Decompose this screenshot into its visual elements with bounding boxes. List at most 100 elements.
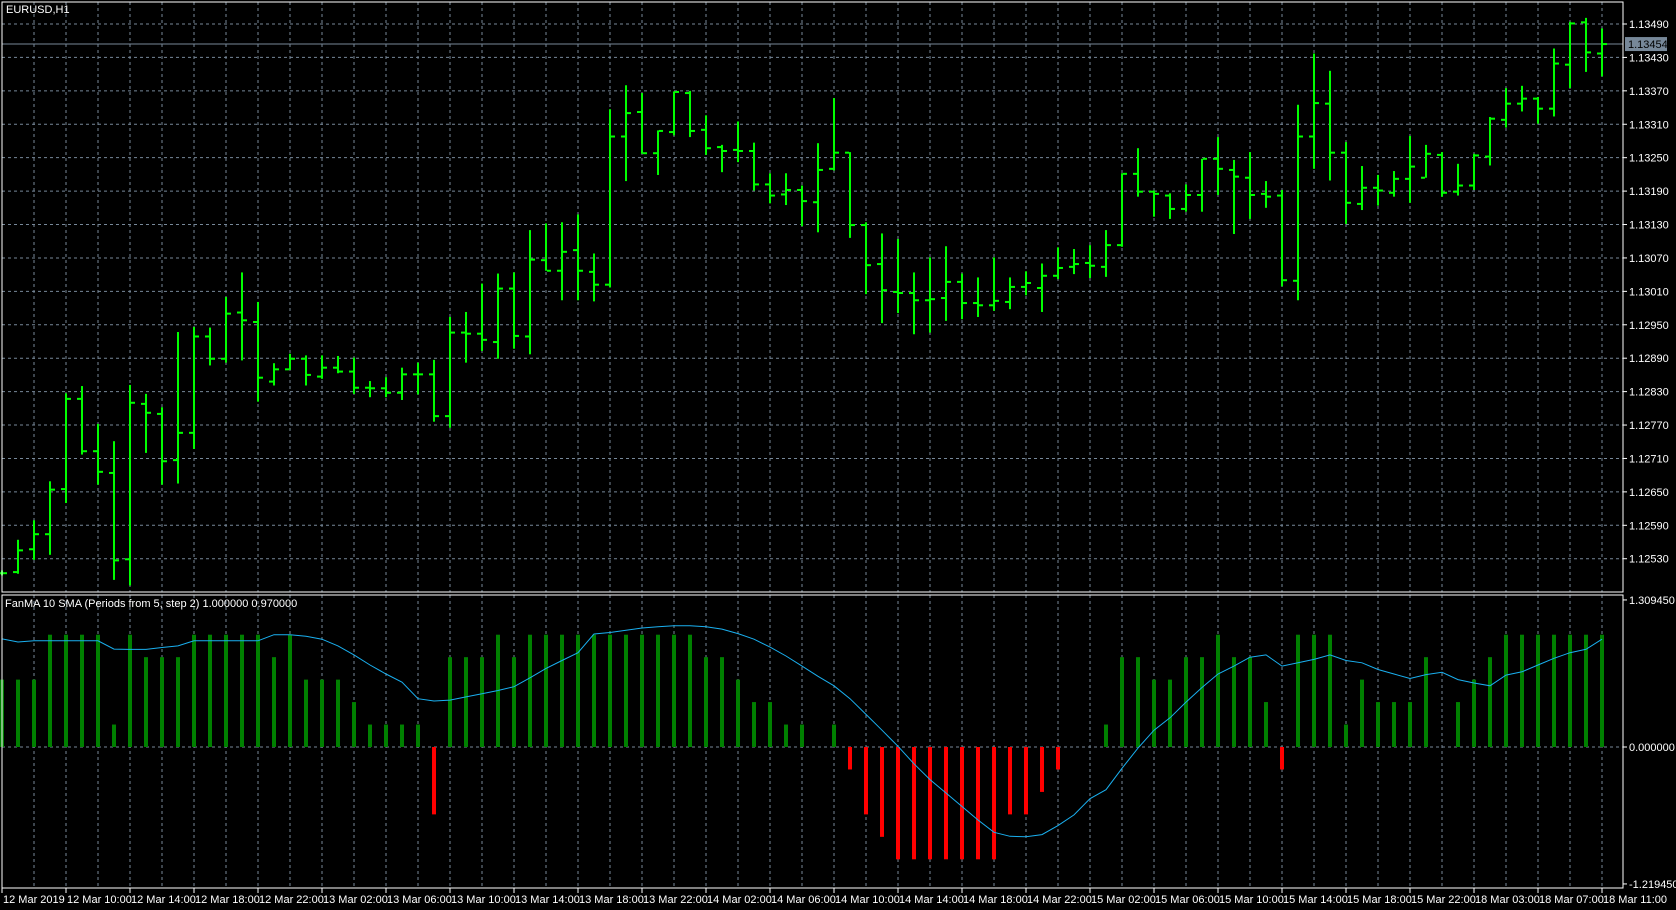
time-axis-label: 12 Mar 14:00 bbox=[131, 894, 196, 906]
time-axis-label: 14 Mar 22:00 bbox=[1027, 894, 1092, 906]
bar-close-tick bbox=[435, 415, 439, 418]
bar-open-tick bbox=[653, 152, 657, 155]
histogram-bar bbox=[1328, 634, 1332, 747]
histogram-bar bbox=[1296, 634, 1300, 747]
bar-close-tick bbox=[819, 168, 823, 171]
histogram-bar bbox=[64, 634, 68, 747]
bar-open-tick bbox=[301, 357, 305, 360]
histogram-bar bbox=[1376, 702, 1380, 747]
bar-high-low bbox=[705, 115, 707, 155]
bar-close-tick bbox=[755, 183, 759, 186]
bar-high-low bbox=[65, 393, 67, 504]
bar-high-low bbox=[865, 222, 867, 295]
bar-high-low bbox=[1441, 152, 1443, 197]
bar-close-tick bbox=[163, 460, 167, 463]
bar-high-low bbox=[1137, 148, 1139, 197]
bar-open-tick bbox=[93, 450, 97, 453]
bar-high-low bbox=[353, 357, 355, 394]
bar-open-tick bbox=[477, 332, 481, 335]
bar-high-low bbox=[1249, 152, 1251, 219]
histogram-bar bbox=[1168, 679, 1172, 747]
bar-open-tick bbox=[317, 375, 321, 378]
price-axis-label: 1.12530 bbox=[1629, 554, 1669, 566]
bar-close-tick bbox=[307, 373, 311, 376]
histogram-bar bbox=[528, 634, 532, 747]
bar-high-low bbox=[1217, 137, 1219, 195]
bar-open-tick bbox=[413, 373, 417, 376]
bar-close-tick bbox=[1139, 190, 1143, 193]
histogram-bar bbox=[1472, 679, 1476, 747]
bar-close-tick bbox=[1379, 189, 1383, 192]
histogram-bar bbox=[1360, 679, 1364, 747]
histogram-bar bbox=[288, 634, 292, 747]
bar-close-tick bbox=[467, 332, 471, 335]
time-axis-label: 15 Mar 14:00 bbox=[1283, 894, 1348, 906]
histogram-bar bbox=[112, 724, 116, 747]
bar-open-tick bbox=[973, 302, 977, 305]
bar-close-tick bbox=[147, 411, 151, 414]
bar-open-tick bbox=[829, 167, 833, 170]
bar-close-tick bbox=[243, 319, 247, 322]
bar-close-tick bbox=[803, 200, 807, 203]
price-axis-label: 1.12770 bbox=[1629, 420, 1669, 432]
bar-high-low bbox=[721, 144, 723, 173]
bar-open-tick bbox=[1389, 191, 1393, 194]
histogram-bar bbox=[928, 747, 932, 860]
bar-high-low bbox=[145, 393, 147, 453]
histogram-bar bbox=[640, 634, 644, 747]
time-axis-label: 13 Mar 22:00 bbox=[643, 894, 708, 906]
histogram-bar bbox=[224, 634, 228, 747]
bar-open-tick bbox=[1133, 172, 1137, 175]
bar-open-tick bbox=[493, 341, 497, 344]
bar-open-tick bbox=[1181, 207, 1185, 210]
histogram-bar bbox=[1152, 679, 1156, 747]
bar-high-low bbox=[1297, 104, 1299, 301]
bar-high-low bbox=[1121, 173, 1123, 247]
histogram-bar bbox=[240, 634, 244, 747]
histogram-bar bbox=[1024, 747, 1028, 815]
time-axis-label: 15 Mar 18:00 bbox=[1347, 894, 1412, 906]
indicator-title: FanMA 10 SMA (Periods from 5, step 2) 1.… bbox=[5, 598, 297, 610]
bar-high-low bbox=[753, 142, 755, 191]
bar-close-tick bbox=[35, 533, 39, 536]
bar-open-tick bbox=[253, 320, 257, 323]
bar-open-tick bbox=[605, 283, 609, 286]
time-axis-label: 14 Mar 06:00 bbox=[771, 894, 836, 906]
bar-close-tick bbox=[1059, 266, 1063, 269]
bar-open-tick bbox=[1021, 285, 1025, 288]
histogram-bar bbox=[432, 747, 436, 815]
time-axis-label: 14 Mar 02:00 bbox=[707, 894, 772, 906]
bar-close-tick bbox=[291, 357, 295, 360]
trading-chart[interactable]: 1.13490 1.13430 1.13370 1.13310 1.13250 1.131… bbox=[0, 0, 1676, 910]
bar-open-tick bbox=[189, 431, 193, 434]
bar-high-low bbox=[497, 273, 499, 359]
bar-open-tick bbox=[61, 488, 65, 491]
bar-close-tick bbox=[275, 368, 279, 371]
histogram-bar bbox=[1520, 634, 1524, 747]
bar-close-tick bbox=[451, 331, 455, 334]
histogram-bar bbox=[1104, 724, 1108, 747]
bar-open-tick bbox=[861, 224, 865, 227]
histogram-bar bbox=[560, 634, 564, 747]
bar-open-tick bbox=[957, 280, 961, 283]
histogram-bar bbox=[1248, 657, 1252, 747]
time-axis-label: 12 Mar 22:00 bbox=[259, 894, 324, 906]
bar-high-low bbox=[97, 423, 99, 485]
bar-open-tick bbox=[717, 146, 721, 149]
bar-open-tick bbox=[573, 249, 577, 252]
histogram-bar bbox=[1584, 634, 1588, 747]
bar-open-tick bbox=[509, 287, 513, 290]
histogram-bar bbox=[832, 724, 836, 747]
bar-open-tick bbox=[589, 270, 593, 273]
bar-close-tick bbox=[1155, 192, 1159, 195]
bar-open-tick bbox=[1053, 274, 1057, 277]
bar-high-low bbox=[33, 520, 35, 560]
bar-high-low bbox=[321, 355, 323, 379]
bar-high-low bbox=[593, 253, 595, 302]
time-axis-label: 18 Mar 11:00 bbox=[1603, 894, 1667, 906]
bar-close-tick bbox=[195, 335, 199, 338]
bar-close-tick bbox=[1011, 285, 1015, 288]
bar-high-low bbox=[1233, 159, 1235, 234]
bar-open-tick bbox=[1597, 52, 1601, 55]
bar-close-tick bbox=[531, 258, 535, 261]
